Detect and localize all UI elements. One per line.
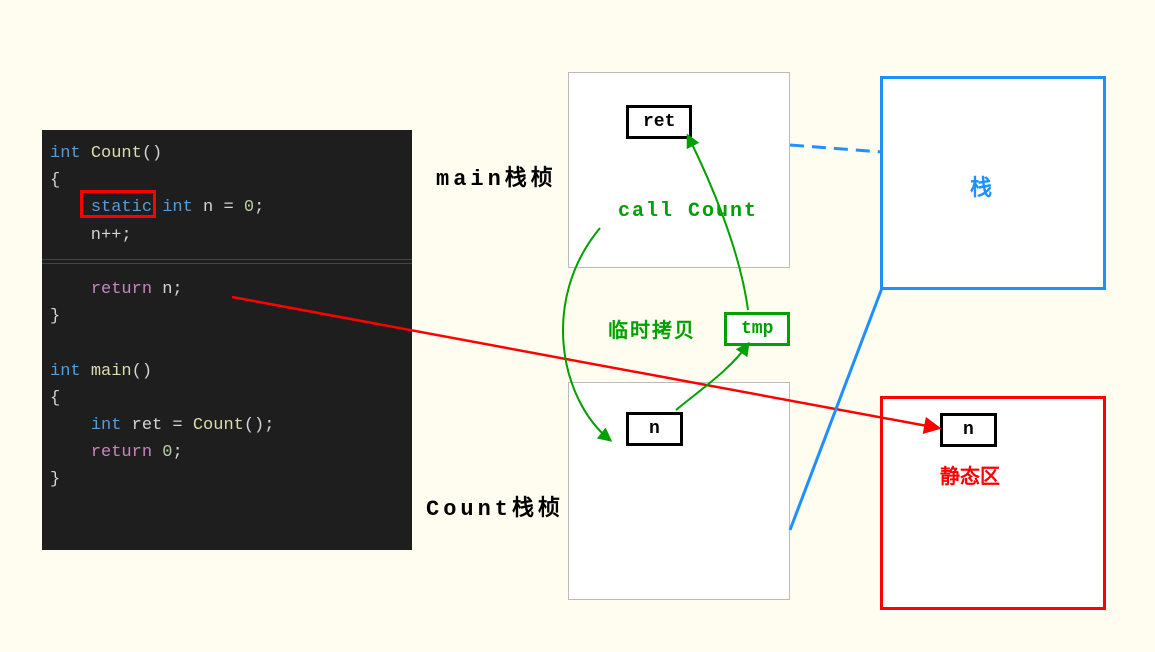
editor-hline [42,259,412,260]
count-frame-label: Count栈桢 [426,490,564,522]
main-frame-label: main栈桢 [436,160,557,192]
editor-hline [42,263,412,264]
temp-copy-label: 临时拷贝 [608,314,696,344]
line-countframe-to-stack [790,288,882,530]
stack-label: 栈 [970,170,992,202]
var-n-static: n [940,413,997,447]
static-area-label: 静态区 [940,460,1000,490]
line-mainframe-to-stack [790,145,882,152]
var-tmp: tmp [724,312,790,346]
stack-region [880,76,1106,290]
var-ret: ret [626,105,692,139]
call-count-label: call Count [618,200,758,223]
code-editor: int Count() { static int n = 0; n++; ret… [42,130,412,550]
var-n-count: n [626,412,683,446]
main-stack-frame [568,72,790,268]
